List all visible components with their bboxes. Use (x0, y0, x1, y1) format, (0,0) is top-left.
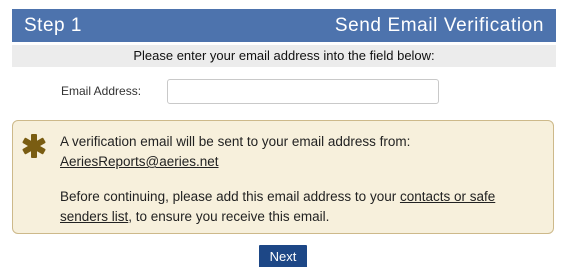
notice-line-2-before: Before continuing, please add this email… (60, 189, 400, 204)
notice-line-2-after: , to ensure you receive this email. (128, 209, 330, 224)
notice-paragraph-1: A verification email will be sent to you… (60, 132, 546, 172)
notice-paragraph-2: Before continuing, please add this email… (60, 187, 546, 227)
verification-notice: A verification email will be sent to you… (12, 120, 554, 234)
from-email-link[interactable]: AeriesReports@aeries.net (60, 154, 219, 169)
email-field-row: Email Address: (12, 79, 556, 105)
asterisk-icon (22, 134, 46, 158)
next-button[interactable]: Next (259, 245, 307, 267)
instructions-bar: Please enter your email address into the… (12, 45, 556, 67)
page-header: Step 1 Send Email Verification (12, 9, 556, 42)
step-label: Step 1 (24, 14, 82, 36)
email-field-label: Email Address: (61, 84, 142, 98)
email-address-input[interactable] (167, 79, 439, 104)
notice-text: A verification email will be sent to you… (60, 132, 546, 227)
page-title: Send Email Verification (334, 14, 544, 36)
notice-line-1: A verification email will be sent to you… (60, 134, 411, 149)
